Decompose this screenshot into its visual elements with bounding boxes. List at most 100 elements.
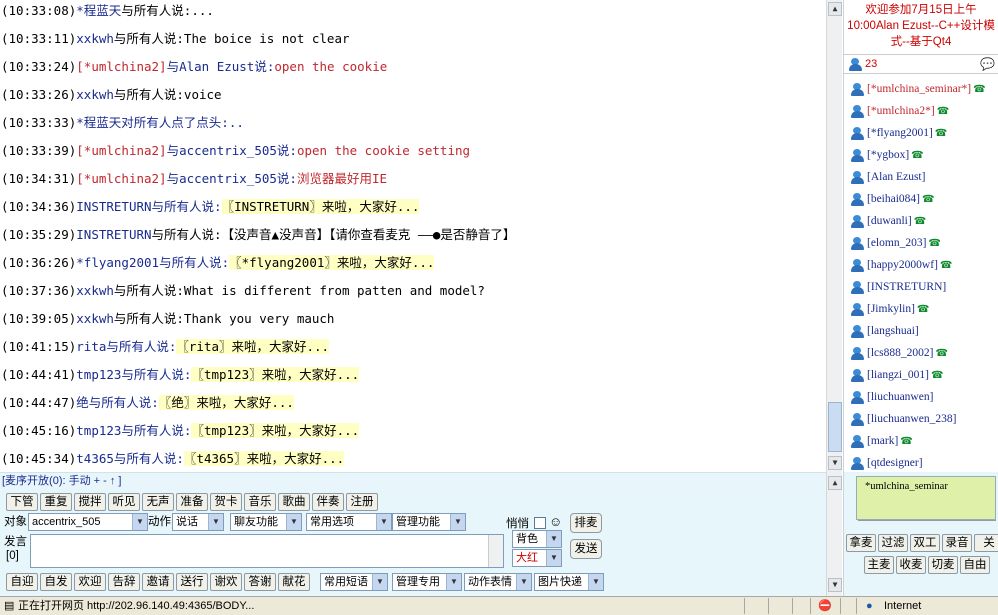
scroll-down-icon[interactable]: ▼ xyxy=(828,456,842,470)
message-text[interactable]: 与所有人说: xyxy=(152,199,222,214)
order-mic-button[interactable]: 排麦 xyxy=(570,513,602,533)
user-list-item[interactable]: [*umlchina2*] ☎ xyxy=(844,100,998,122)
scroll-up-icon[interactable]: ▲ xyxy=(828,476,842,490)
mic-control-button[interactable]: 过滤 xyxy=(878,534,908,552)
phrase-select[interactable]: 动作表情 ▼ xyxy=(464,573,532,591)
mic-control-button[interactable]: 主麦 xyxy=(864,556,894,574)
whisper-checkbox[interactable] xyxy=(534,517,546,529)
quick-phrase-button[interactable]: 自迎 xyxy=(6,573,38,591)
user-list-item[interactable]: [lcs888_2002] ☎ xyxy=(844,342,998,364)
mic-control-button[interactable]: 拿麦 xyxy=(846,534,876,552)
message-text[interactable]: rita xyxy=(76,339,106,354)
quick-phrase-button[interactable]: 自发 xyxy=(40,573,72,591)
message-text[interactable]: tmp123 xyxy=(76,367,121,382)
quick-phrase-button[interactable]: 献花 xyxy=(278,573,310,591)
scroll-thumb[interactable] xyxy=(828,402,842,452)
toolbar-button[interactable]: 准备 xyxy=(176,493,208,511)
user-list-item[interactable]: [INSTRETURN] xyxy=(844,276,998,298)
message-text[interactable]: xxkwh xyxy=(76,283,114,298)
toolbar-button[interactable]: 搅拌 xyxy=(74,493,106,511)
message-text[interactable]: [*umlchina2] xyxy=(76,171,166,186)
user-list-item[interactable]: [beihai084] ☎ xyxy=(844,188,998,210)
message-text[interactable]: [*umlchina2] xyxy=(76,59,166,74)
message-text[interactable]: xxkwh xyxy=(76,311,114,326)
target-select[interactable]: accentrix_505 ▼ xyxy=(28,513,148,531)
message-text[interactable]: 绝 xyxy=(76,395,89,410)
quick-phrase-button[interactable]: 谢欢 xyxy=(210,573,242,591)
toolbar-button[interactable]: 无声 xyxy=(142,493,174,511)
message-text[interactable]: open the cookie xyxy=(274,59,387,74)
mic-control-button[interactable]: 关 xyxy=(974,534,998,552)
message-text[interactable]: 浏览器最好用IE xyxy=(297,171,387,186)
user-list-item[interactable]: [*flyang2001] ☎ xyxy=(844,122,998,144)
quick-phrase-button[interactable]: 告辞 xyxy=(108,573,140,591)
toolbar-button[interactable]: 重复 xyxy=(40,493,72,511)
phrase-select[interactable]: 管理专用 ▼ xyxy=(392,573,462,591)
mic-control-button[interactable]: 收麦 xyxy=(896,556,926,574)
message-text[interactable]: open the cookie setting xyxy=(297,143,470,158)
message-text[interactable]: 与所有人说: xyxy=(106,339,176,354)
message-text[interactable]: xxkwh xyxy=(76,87,114,102)
message-text[interactable]: *程蓝天 xyxy=(76,3,121,18)
action-select[interactable]: 说话 ▼ xyxy=(172,513,224,531)
font-color-select[interactable]: 大红 ▼ xyxy=(512,549,562,567)
message-text[interactable]: tmp123 xyxy=(76,423,121,438)
send-button[interactable]: 发送 xyxy=(570,539,602,559)
toolbar-button[interactable]: 伴奏 xyxy=(312,493,344,511)
mic-queue-status[interactable]: [麦序开放(0): 手动 + - ↑ ] xyxy=(0,472,826,490)
message-text[interactable]: 与Alan Ezust说: xyxy=(167,59,275,74)
function-select[interactable]: 管理功能 ▼ xyxy=(392,513,466,531)
toolbar-button[interactable]: 歌曲 xyxy=(278,493,310,511)
chat-bubble-icon[interactable]: 💬 xyxy=(980,57,995,71)
toolbar-button[interactable]: 贺卡 xyxy=(210,493,242,511)
message-text[interactable]: 与accentrix_505说: xyxy=(167,171,297,186)
user-list-item[interactable]: [duwanli] ☎ xyxy=(844,210,998,232)
message-input-scrollbar[interactable] xyxy=(488,535,503,567)
user-list-item[interactable]: [liuchuanwen_238] xyxy=(844,408,998,430)
mic-control-button[interactable]: 双工 xyxy=(910,534,940,552)
scroll-up-icon[interactable]: ▲ xyxy=(828,2,842,16)
message-text[interactable]: 与所有人说: xyxy=(159,255,229,270)
user-list-item[interactable]: [elomn_203] ☎ xyxy=(844,232,998,254)
message-text[interactable]: 与accentrix_505说: xyxy=(167,143,297,158)
quick-phrase-button[interactable]: 送行 xyxy=(176,573,208,591)
message-text[interactable]: 与所有人说: xyxy=(89,395,159,410)
user-list-item[interactable]: [qtdesigner] xyxy=(844,452,998,472)
message-text[interactable]: t4365 xyxy=(76,451,114,466)
toolbar-button[interactable]: 注册 xyxy=(346,493,378,511)
phrase-select[interactable]: 图片快递 ▼ xyxy=(534,573,604,591)
message-text[interactable]: 与所有人说: xyxy=(121,367,191,382)
user-list-item[interactable]: [liuchuanwen] xyxy=(844,386,998,408)
smile-icon[interactable]: ☺ xyxy=(549,514,562,530)
function-select[interactable]: 常用选项 ▼ xyxy=(306,513,392,531)
user-list-item[interactable]: [mark] ☎ xyxy=(844,430,998,452)
bg-color-select[interactable]: 背色 ▼ xyxy=(512,530,562,548)
message-text[interactable]: *flyang2001 xyxy=(76,255,159,270)
message-text[interactable]: *程蓝天对所有人点了点头:.. xyxy=(76,115,244,130)
quick-phrase-button[interactable]: 欢迎 xyxy=(74,573,106,591)
phrase-select[interactable]: 常用短语 ▼ xyxy=(320,573,388,591)
message-text[interactable]: INSTRETURN xyxy=(76,199,151,214)
message-text[interactable]: [*umlchina2] xyxy=(76,143,166,158)
mic-control-button[interactable]: 录音 xyxy=(942,534,972,552)
toolbar-button[interactable]: 下管 xyxy=(6,493,38,511)
user-list-item[interactable]: [langshuai] xyxy=(844,320,998,342)
message-text[interactable]: INSTRETURN xyxy=(76,227,151,242)
user-list-item[interactable]: [Alan Ezust] xyxy=(844,166,998,188)
volume-sliders[interactable] xyxy=(858,520,996,530)
mic-control-button[interactable]: 切麦 xyxy=(928,556,958,574)
message-text[interactable]: xxkwh xyxy=(76,31,114,46)
mic-control-button[interactable]: 自由 xyxy=(960,556,990,574)
message-text[interactable]: 与所有人说: xyxy=(114,451,184,466)
user-list-item[interactable]: [liangzi_001] ☎ xyxy=(844,364,998,386)
user-list-item[interactable]: [*ygbox] ☎ xyxy=(844,144,998,166)
message-input[interactable] xyxy=(30,534,504,568)
quick-phrase-button[interactable]: 邀请 xyxy=(142,573,174,591)
chat-scrollbar[interactable]: ▲ ▼ xyxy=(826,0,842,472)
toolbar-button[interactable]: 音乐 xyxy=(244,493,276,511)
user-list-item[interactable]: [happy2000wf] ☎ xyxy=(844,254,998,276)
function-select[interactable]: 聊友功能 ▼ xyxy=(230,513,302,531)
scroll-down-icon[interactable]: ▼ xyxy=(828,578,842,592)
user-list-item[interactable]: [Jimkylin] ☎ xyxy=(844,298,998,320)
toolbar-button[interactable]: 听见 xyxy=(108,493,140,511)
